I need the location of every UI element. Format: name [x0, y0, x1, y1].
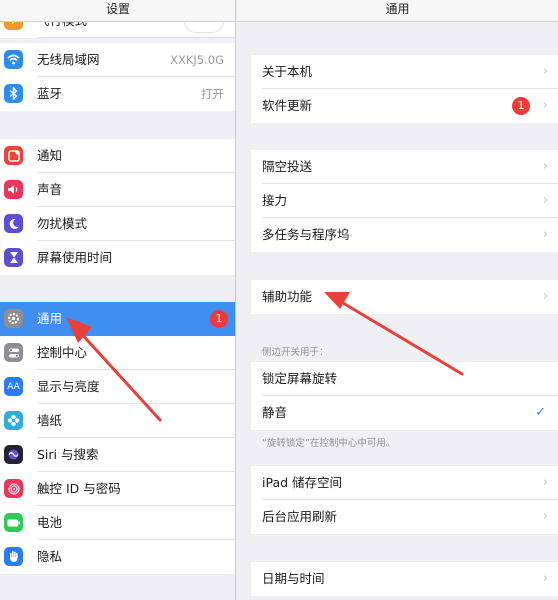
update-badge: 1 [210, 310, 228, 328]
bluetooth-icon [4, 84, 23, 103]
sidebar-item-bluetooth[interactable]: 蓝牙 打开 [0, 77, 235, 111]
text-size-icon: AA [4, 377, 23, 396]
flower-icon [4, 411, 23, 430]
ipad-storage-label: iPad 储存空间 [262, 475, 343, 490]
chevron-right-icon: › [542, 159, 548, 174]
sidebar-item-label: 无线局域网 [37, 52, 100, 67]
battery-icon [4, 513, 23, 532]
background-refresh-row[interactable]: 后台应用刷新 › [251, 500, 558, 534]
sidebar-item-label: 墙纸 [37, 413, 63, 428]
about-label: 关于本机 [262, 64, 313, 79]
wifi-network-value: XXKJ5.0G [170, 53, 224, 67]
sidebar-item-label: 蓝牙 [37, 86, 63, 101]
update-badge: 1 [512, 97, 530, 115]
detail-title-bar: 通用 [237, 0, 558, 22]
detail-title: 通用 [385, 2, 410, 16]
sidebar-item-general[interactable]: 通用 1 [0, 302, 235, 336]
sidebar-item-wallpaper[interactable]: 墙纸 [0, 404, 235, 438]
sidebar-item-label: 勿扰模式 [37, 216, 88, 231]
sidebar-item-label: 电池 [37, 515, 63, 530]
chevron-right-icon: › [542, 571, 548, 586]
gear-icon [4, 309, 23, 328]
sidebar-item-label: Siri 与搜索 [37, 447, 99, 462]
accessibility-label: 辅助功能 [262, 289, 313, 304]
about-row[interactable]: 关于本机 › [251, 55, 558, 89]
software-update-label: 软件更新 [262, 98, 313, 113]
fingerprint-icon [4, 479, 23, 498]
handoff-row[interactable]: 接力 › [251, 184, 558, 218]
siri-icon [4, 445, 23, 464]
bluetooth-status-value: 打开 [201, 87, 224, 101]
sidebar-item-label: 隐私 [37, 549, 63, 564]
lock-rotation-row[interactable]: 锁定屏幕旋转 [251, 362, 558, 396]
multitasking-label: 多任务与程序坞 [262, 227, 350, 242]
mute-label: 静音 [262, 405, 288, 420]
chevron-right-icon: › [542, 475, 548, 490]
switches-icon [4, 343, 23, 362]
accessibility-row[interactable]: 辅助功能 › [251, 280, 558, 314]
sidebar-item-do-not-disturb[interactable]: 勿扰模式 [0, 207, 235, 241]
date-time-label: 日期与时间 [262, 571, 325, 586]
sidebar-item-label: 屏幕使用时间 [37, 250, 113, 265]
wifi-icon [4, 50, 23, 69]
side-switch-section-header: 侧边开关用于： [262, 347, 329, 358]
sidebar-item-wifi[interactable]: 无线局域网 XXKJ5.0G [0, 43, 235, 77]
airdrop-row[interactable]: 隔空投送 › [251, 150, 558, 184]
lock-rotation-label: 锁定屏幕旋转 [262, 371, 338, 386]
sidebar-item-label: 声音 [37, 182, 63, 197]
chevron-right-icon: › [542, 289, 548, 304]
background-refresh-label: 后台应用刷新 [262, 509, 338, 524]
chevron-right-icon: › [542, 64, 548, 79]
airdrop-label: 隔空投送 [262, 159, 313, 174]
sidebar-item-control-center[interactable]: 控制中心 [0, 336, 235, 370]
chevron-right-icon: › [542, 98, 548, 113]
sidebar-title-bar: 设置 [0, 0, 235, 22]
hourglass-icon [4, 248, 23, 267]
checkmark-icon: ✓ [535, 405, 546, 420]
sidebar-item-screen-time[interactable]: 屏幕使用时间 [0, 241, 235, 275]
rotation-lock-footnote: “旋转锁定”在控制中心中可用。 [262, 438, 396, 449]
sidebar-item-notifications[interactable]: 通知 [0, 139, 235, 173]
speaker-icon [4, 180, 23, 199]
chevron-right-icon: › [542, 193, 548, 208]
chevron-right-icon: › [542, 227, 548, 242]
notification-icon [4, 146, 23, 165]
sidebar-item-label: 触控 ID 与密码 [37, 481, 121, 496]
date-time-row[interactable]: 日期与时间 › [251, 562, 558, 596]
sidebar-item-siri[interactable]: Siri 与搜索 [0, 438, 235, 472]
sidebar-item-label: 控制中心 [37, 345, 88, 360]
ipad-storage-row[interactable]: iPad 储存空间 › [251, 466, 558, 500]
sidebar-item-display[interactable]: AA 显示与亮度 [0, 370, 235, 404]
sidebar-item-touch-id[interactable]: 触控 ID 与密码 [0, 472, 235, 506]
row-separator [37, 37, 235, 38]
sidebar-item-label: 通用 [37, 311, 63, 326]
settings-sidebar: ✈ 飞行模式 无线局域网 XXKJ5.0G 蓝牙 打开 通知 声音 [0, 0, 236, 600]
chevron-right-icon: › [542, 509, 548, 524]
sidebar-item-label: 显示与亮度 [37, 379, 100, 394]
general-detail-pane: 通用 关于本机 › 软件更新 1 › 隔空投送 › 接力 › 多任务与程序坞 ›… [237, 0, 558, 600]
sidebar-item-sounds[interactable]: 声音 [0, 173, 235, 207]
hand-icon [4, 547, 23, 566]
sidebar-item-label: 通知 [37, 148, 63, 163]
software-update-row[interactable]: 软件更新 1 › [251, 89, 558, 123]
sidebar-item-privacy[interactable]: 隐私 [0, 540, 235, 574]
sidebar-title: 设置 [105, 2, 130, 16]
multitasking-row[interactable]: 多任务与程序坞 › [251, 218, 558, 252]
handoff-label: 接力 [262, 193, 288, 208]
mute-row[interactable]: 静音 ✓ [251, 396, 558, 430]
sidebar-item-battery[interactable]: 电池 [0, 506, 235, 540]
moon-icon [4, 214, 23, 233]
